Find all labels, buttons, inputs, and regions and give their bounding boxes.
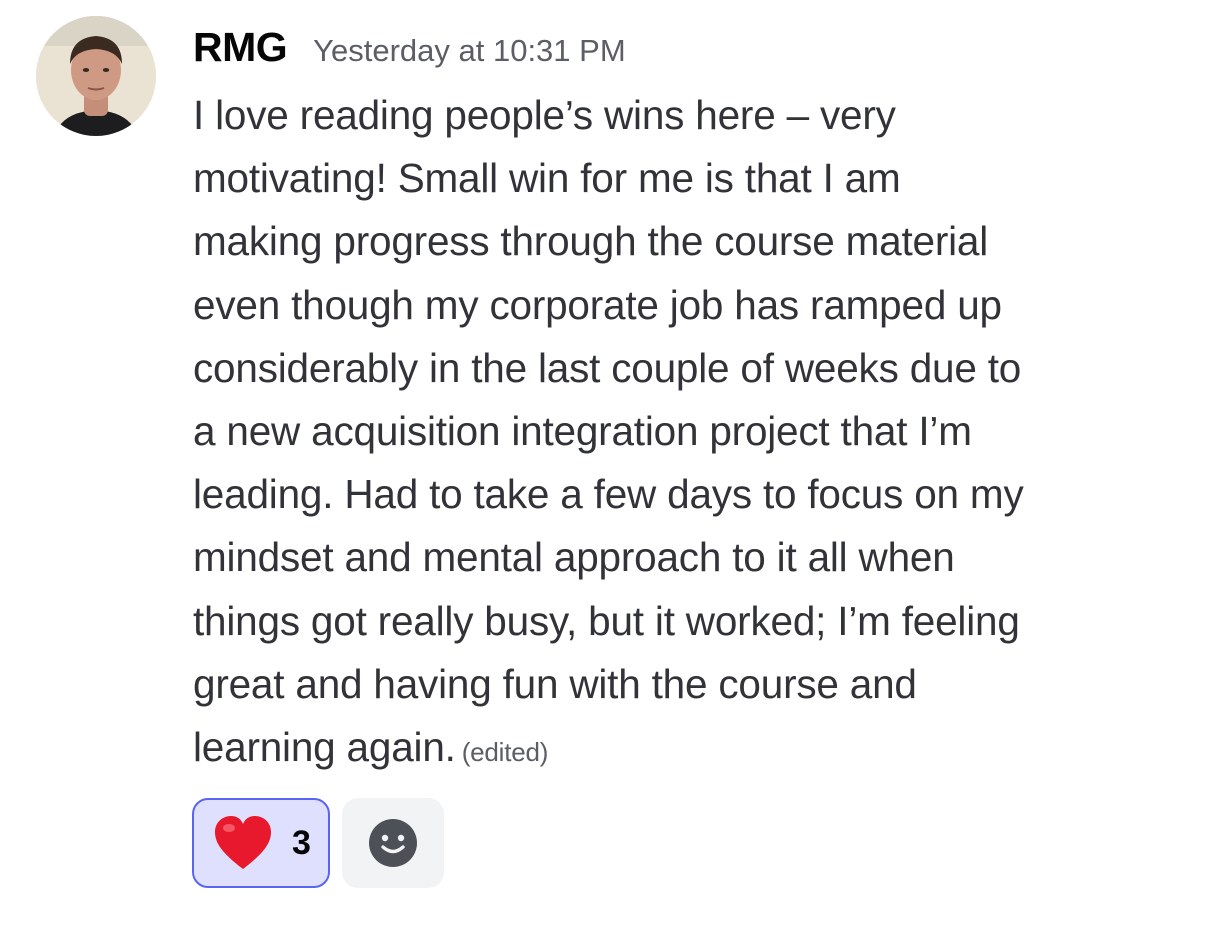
chat-message: RMG Yesterday at 10:31 PM I love reading… bbox=[0, 0, 1206, 946]
author-name[interactable]: RMG bbox=[193, 24, 288, 71]
message-line: I love reading people’s wins here – very bbox=[193, 92, 896, 138]
reaction-heart[interactable]: 3 bbox=[192, 798, 330, 888]
message-line: making progress through the course mater… bbox=[193, 218, 989, 265]
avatar[interactable] bbox=[36, 16, 156, 136]
message-line: a new acquisition integration project th… bbox=[193, 408, 972, 455]
message-line-last: learning again. (edited) bbox=[193, 716, 1183, 784]
message-line: considerably in the last couple of weeks… bbox=[193, 344, 1022, 391]
message-line: leading. Had to take a few days to focus… bbox=[193, 471, 1024, 518]
message-line: great and having fun with the course and bbox=[193, 660, 917, 707]
message-line-text: learning again. bbox=[193, 724, 456, 771]
reaction-count: 3 bbox=[292, 823, 311, 862]
message-line: even though my corporate job has ramped … bbox=[193, 281, 1002, 328]
avatar-photo bbox=[36, 16, 156, 136]
reactions-bar: 3 bbox=[192, 798, 444, 888]
smile-icon bbox=[369, 819, 417, 867]
add-reaction-button[interactable] bbox=[342, 798, 444, 888]
message-body: I love reading people’s wins here – very… bbox=[193, 84, 1183, 784]
heart-emoji-icon bbox=[215, 816, 271, 869]
message-timestamp[interactable]: Yesterday at 10:31 PM bbox=[313, 33, 626, 69]
message-line: things got really busy, but it worked; I… bbox=[193, 597, 1020, 644]
message-line: motivating! Small win for me is that I a… bbox=[193, 155, 901, 202]
message-header: RMG Yesterday at 10:31 PM bbox=[193, 24, 626, 78]
message-line: mindset and mental approach to it all wh… bbox=[193, 534, 955, 581]
edited-label: (edited) bbox=[461, 737, 549, 768]
